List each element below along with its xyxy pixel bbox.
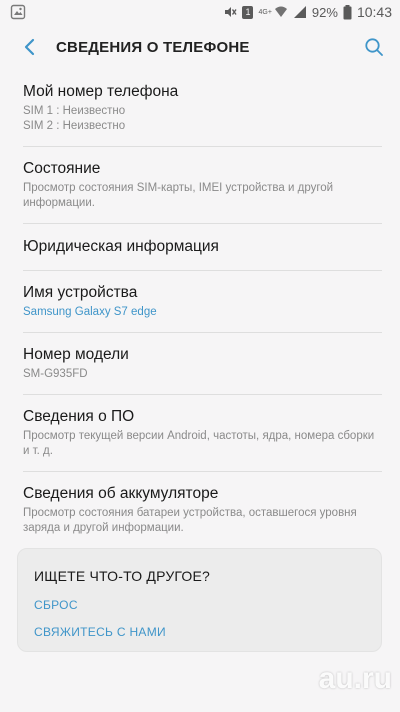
settings-list: Мой номер телефона SIM 1 : Неизвестно SI… xyxy=(0,70,400,548)
list-item-battery-info[interactable]: Сведения об аккумуляторе Просмотр состоя… xyxy=(23,472,382,548)
watermark-brand: au.ru xyxy=(318,662,392,695)
list-item-title: Юридическая информация xyxy=(23,238,219,255)
list-item-status[interactable]: Состояние Просмотр состояния SIM-карты, … xyxy=(23,147,382,224)
search-button[interactable] xyxy=(360,33,388,61)
list-item-title: Мой номер телефона xyxy=(23,83,179,100)
list-item-title: Состояние xyxy=(23,160,101,177)
clock-time: 10:43 xyxy=(356,4,392,20)
list-item-subtitle: Просмотр состояния SIM-карты, IMEI устро… xyxy=(23,182,334,209)
watermark-tagline xyxy=(319,694,392,704)
app-bar: СВЕДЕНИЯ О ТЕЛЕФОНЕ xyxy=(0,24,400,70)
status-bar: 1 4G+ 92% 10:43 xyxy=(0,0,400,24)
contact-us-link[interactable]: СВЯЖИТЕСЬ С НАМИ xyxy=(34,625,365,639)
list-item-title: Сведения об аккумуляторе xyxy=(23,485,219,502)
list-item-subtitle: SIM 2 : Неизвестно xyxy=(23,120,126,132)
sim-badge-icon: 1 xyxy=(242,5,254,19)
list-item-subtitle: SIM 1 : Неизвестно xyxy=(23,105,126,117)
list-item-software-info[interactable]: Сведения о ПО Просмотр текущей версии An… xyxy=(23,395,382,472)
battery-percent: 92% xyxy=(311,4,338,20)
search-icon xyxy=(365,38,383,56)
list-item-subtitle: Samsung Galaxy S7 edge xyxy=(23,306,157,318)
list-item-subtitle: Просмотр состояния батареи устройства, о… xyxy=(23,507,357,534)
screenshot-notification-icon xyxy=(10,4,26,20)
help-card-title: ИЩЕТЕ ЧТО-ТО ДРУГОЕ? xyxy=(34,568,211,584)
network-type-label: 4G+ xyxy=(258,8,272,16)
list-item-title: Номер модели xyxy=(23,346,129,363)
list-item-subtitle: SM-G935FD xyxy=(23,368,88,380)
battery-icon xyxy=(343,4,352,20)
list-item-legal-information[interactable]: Юридическая информация xyxy=(23,224,382,271)
list-item-device-name[interactable]: Имя устройства Samsung Galaxy S7 edge xyxy=(23,271,382,333)
page-title: СВЕДЕНИЯ О ТЕЛЕФОНЕ xyxy=(56,38,250,56)
cell-signal-icon xyxy=(293,5,307,19)
help-card: ИЩЕТЕ ЧТО-ТО ДРУГОЕ? СБРОС СВЯЖИТЕСЬ С Н… xyxy=(17,548,382,652)
list-item-title: Сведения о ПО xyxy=(23,408,135,425)
list-item-subtitle: Просмотр текущей версии Android, частоты… xyxy=(23,430,375,457)
mute-icon xyxy=(223,5,238,19)
back-button[interactable] xyxy=(16,33,44,61)
list-item-my-phone-number[interactable]: Мой номер телефона SIM 1 : Неизвестно SI… xyxy=(23,70,382,147)
list-item-title: Имя устройства xyxy=(23,284,138,301)
reset-link[interactable]: СБРОС xyxy=(34,598,365,612)
list-item-model-number[interactable]: Номер модели SM-G935FD xyxy=(23,333,382,395)
chevron-left-icon xyxy=(24,38,35,56)
wifi-signal-icon xyxy=(274,5,288,19)
watermark-logo: au.ru xyxy=(319,664,392,704)
